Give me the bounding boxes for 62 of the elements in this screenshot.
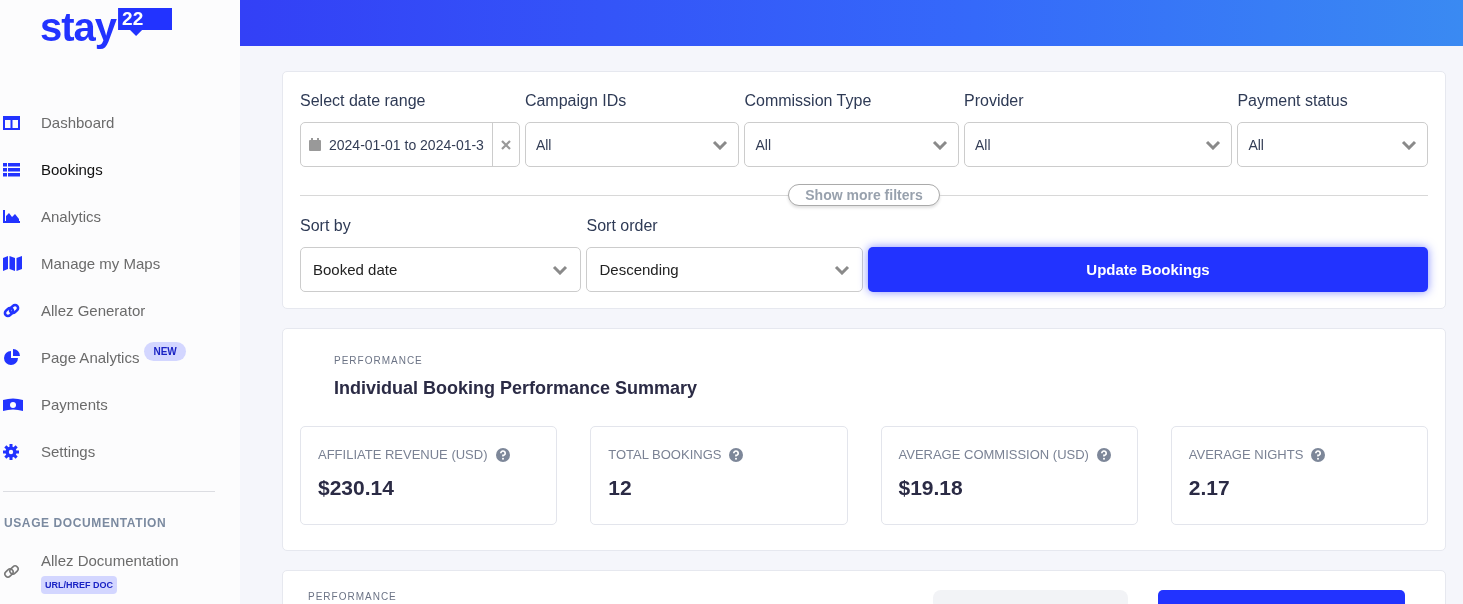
section-title: Individual Booking Performance Summary <box>334 378 699 399</box>
chevron-down-icon <box>1205 139 1222 150</box>
stat-label: TOTAL BOOKINGS <box>608 447 722 462</box>
sidebar-item[interactable]: Analytics <box>0 193 240 240</box>
select-field[interactable]: All <box>964 122 1233 167</box>
map-icon <box>3 256 22 271</box>
pie-chart-icon <box>3 349 20 366</box>
sidebar-item[interactable]: Settings <box>0 428 240 475</box>
sidebar-item[interactable]: Allez Documentation <box>41 552 240 570</box>
sidebar-item[interactable]: Page Analytics NEW <box>0 334 240 381</box>
chevron-down-icon <box>1401 139 1417 150</box>
sidebar-item[interactable]: Payments <box>0 381 240 428</box>
doc-badge: URL/HREF DOC <box>41 576 117 594</box>
calendar-icon <box>309 138 321 151</box>
action-button[interactable] <box>1158 590 1405 604</box>
section-eyebrow: PERFORMANCE <box>308 591 397 602</box>
sidebar-item[interactable]: Dashboard <box>0 99 240 146</box>
date-range-field[interactable]: 2024-01-01 to 2024-01-3 <box>300 122 520 167</box>
stat-label: AVERAGE NIGHTS <box>1188 447 1304 462</box>
help-icon <box>1311 447 1326 462</box>
chevron-down-icon <box>712 139 729 150</box>
section-eyebrow: PERFORMANCE <box>334 355 424 366</box>
select-field[interactable]: All <box>744 122 959 167</box>
field-label: Provider <box>964 92 1025 111</box>
sidebar-item[interactable]: Allez Generator <box>0 287 240 334</box>
sidebar-item[interactable]: Bookings <box>0 146 240 193</box>
layout-icon <box>3 115 20 130</box>
help-icon <box>1096 447 1111 462</box>
link-icon <box>3 302 20 319</box>
stat-label: AFFILIATE REVENUE (USD) <box>318 447 488 462</box>
link-icon <box>3 563 20 580</box>
logo-badge: 22 <box>118 8 173 36</box>
field-label: Commission Type <box>744 92 873 111</box>
clear-icon[interactable] <box>500 139 511 150</box>
area-chart-icon <box>3 210 20 223</box>
stat-value: $230.14 <box>318 476 395 500</box>
field-label: Payment status <box>1237 92 1349 111</box>
stat-value: 12 <box>608 476 633 500</box>
select-field[interactable]: All <box>1237 122 1428 167</box>
field-label: Sort order <box>586 217 659 236</box>
stat-label: AVERAGE COMMISSION (USD) <box>898 447 1089 462</box>
select-field[interactable]: Descending <box>586 247 863 292</box>
settings-icon <box>3 443 19 460</box>
field-label: Sort by <box>300 217 352 236</box>
chevron-down-icon <box>834 264 850 275</box>
help-icon <box>729 447 744 462</box>
chevron-down-icon <box>552 264 569 275</box>
stat-value: 2.17 <box>1188 476 1231 500</box>
logo-text: stay <box>40 6 117 48</box>
new-badge: NEW <box>144 342 186 361</box>
section-heading: USAGE DOCUMENTATION <box>4 516 168 530</box>
list-icon <box>3 162 20 177</box>
chevron-down-icon <box>932 139 948 150</box>
sidebar-item[interactable]: Manage my Maps <box>0 240 240 287</box>
banknote-icon <box>3 397 23 412</box>
help-icon <box>495 447 510 462</box>
stat-value: $19.18 <box>898 476 964 500</box>
select-field[interactable]: Booked date <box>300 247 582 292</box>
field-label: Select date range <box>300 92 427 111</box>
update-bookings-button[interactable]: Update Bookings <box>868 247 1428 292</box>
select-field[interactable]: All <box>524 122 740 167</box>
field-label: Campaign IDs <box>524 92 628 111</box>
